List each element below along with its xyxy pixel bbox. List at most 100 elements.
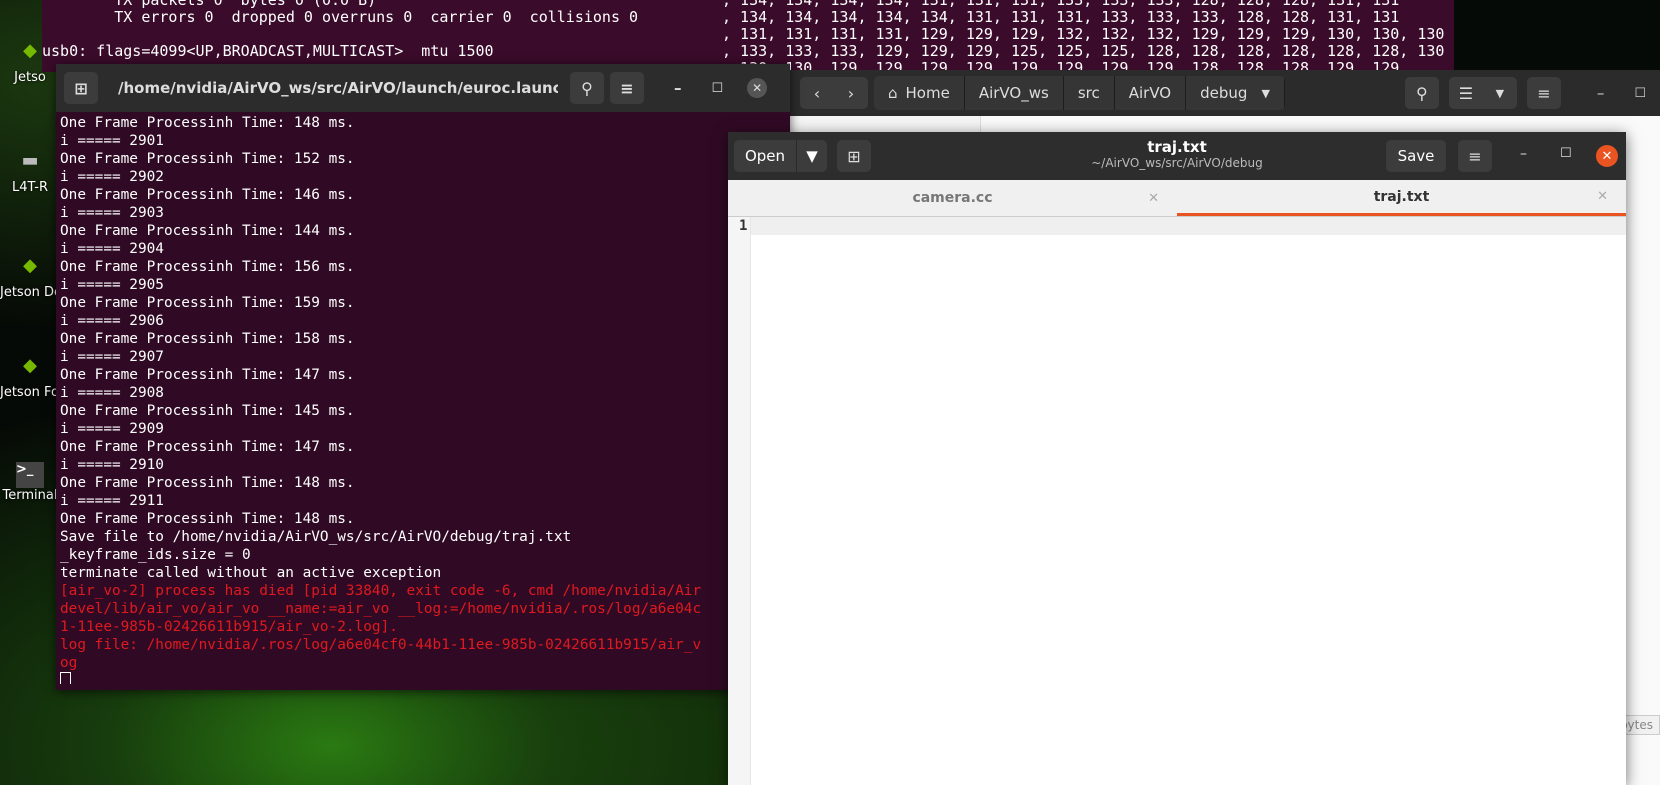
- breadcrumb-airvo-ws[interactable]: AirVO_ws: [964, 76, 1064, 110]
- terminal-icon: >_: [16, 462, 44, 488]
- open-button[interactable]: Open: [734, 140, 796, 172]
- terminal-line: Save file to /home/nvidia/AirVO_ws/src/A…: [60, 529, 572, 545]
- file-manager-headerbar: ‹ › ⌂ Home AirVO_ws src AirVO debug ▼ ⚲ ☰ …: [790, 70, 1660, 116]
- editor-text-area[interactable]: 1: [728, 217, 1626, 785]
- current-line-highlight: [728, 217, 1626, 235]
- terminal-line: i ===== 2904: [60, 241, 164, 257]
- terminal-output[interactable]: One Frame Processinh Time: 148 ms. i ====…: [56, 112, 790, 684]
- search-button[interactable]: ⚲: [1404, 77, 1439, 109]
- open-button-group: Open ▼: [734, 140, 827, 172]
- background-terminal[interactable]: TX packets 0 bytes 0 (0.0 B) TX errors 0…: [42, 0, 1454, 72]
- text-editor-window[interactable]: Open ▼ ⊞ traj.txt ~/AirVO_ws/src/AirVO/d…: [728, 132, 1626, 785]
- terminal-line: i ===== 2906: [60, 313, 164, 329]
- background-terminal-output: TX packets 0 bytes 0 (0.0 B) TX errors 0…: [42, 0, 639, 60]
- terminal-line: i ===== 2902: [60, 169, 164, 185]
- maximize-icon[interactable]: ☐: [712, 81, 724, 96]
- desktop-icon-label: L4T-R: [12, 180, 48, 195]
- terminal-line: i ===== 2905: [60, 277, 164, 293]
- list-icon: ☰: [1458, 83, 1474, 103]
- terminal-line: i ===== 2908: [60, 385, 164, 401]
- terminal-line: i ===== 2910: [60, 457, 164, 473]
- tab-camera-cc[interactable]: camera.cc ✕: [728, 180, 1177, 216]
- terminal-line: One Frame Processinh Time: 158 ms.: [60, 331, 355, 347]
- minimize-icon[interactable]: –: [1597, 84, 1605, 102]
- save-button[interactable]: Save: [1386, 140, 1446, 172]
- terminal-error-line: log file: /home/nvidia/.ros/log/a6e04cf0…: [60, 637, 702, 653]
- editor-menu-button[interactable]: ≡: [1458, 140, 1492, 172]
- folder-icon: ▬: [21, 150, 39, 171]
- terminal-menu-button[interactable]: ≡: [610, 72, 644, 104]
- close-icon[interactable]: ✕: [747, 78, 768, 98]
- terminal-window[interactable]: ⊞ /home/nvidia/AirVO_ws/src/AirVO/launch…: [56, 64, 790, 690]
- breadcrumb-airvo[interactable]: AirVO: [1114, 76, 1187, 110]
- terminal-line: One Frame Processinh Time: 148 ms.: [60, 475, 355, 491]
- new-document-button[interactable]: ⊞: [837, 140, 871, 172]
- chevron-down-icon: ▼: [806, 147, 818, 165]
- editor-tabs: camera.cc ✕ traj.txt ✕: [728, 180, 1626, 217]
- terminal-title: /home/nvidia/AirVO_ws/src/AirVO/launch/e…: [118, 79, 558, 97]
- new-tab-icon: ⊞: [847, 146, 861, 166]
- close-tab-icon[interactable]: ✕: [1597, 189, 1608, 204]
- close-tab-icon[interactable]: ✕: [1148, 191, 1159, 206]
- desktop-icon-label: Terminal: [2, 488, 58, 503]
- breadcrumb-home[interactable]: ⌂ Home: [874, 76, 965, 110]
- breadcrumb: ⌂ Home AirVO_ws src AirVO debug ▼: [874, 76, 1285, 110]
- desktop-icon-jetson-developer[interactable]: ◆ Jetson Developer: [0, 255, 60, 300]
- new-tab-button[interactable]: ⊞: [64, 72, 98, 104]
- terminal-error-line: devel/lib/air_vo/air_vo __name:=air_vo _…: [60, 601, 702, 617]
- back-button[interactable]: ‹: [800, 77, 834, 109]
- desktop-icon-label: Jetso: [14, 70, 46, 85]
- view-list-button[interactable]: ☰: [1448, 77, 1483, 109]
- terminal-line: One Frame Processinh Time: 145 ms.: [60, 403, 355, 419]
- hamburger-icon: ≡: [1537, 83, 1551, 103]
- terminal-line: One Frame Processinh Time: 152 ms.: [60, 151, 355, 167]
- open-dropdown-button[interactable]: ▼: [796, 140, 827, 172]
- minimize-icon[interactable]: –: [1520, 146, 1527, 162]
- view-options-button[interactable]: ▼: [1482, 77, 1517, 109]
- desktop-icon-jetson-forums[interactable]: ◆ Jetson Forums: [0, 355, 60, 400]
- close-icon[interactable]: ✕: [1596, 145, 1618, 167]
- chevron-down-icon: ▼: [1495, 86, 1505, 100]
- terminal-line: i ===== 2903: [60, 205, 164, 221]
- desktop-icon-label: Jetson Forums: [0, 385, 60, 400]
- tab-label: camera.cc: [912, 190, 993, 206]
- terminal-line: One Frame Processinh Time: 148 ms.: [60, 511, 355, 527]
- terminal-line: i ===== 2901: [60, 133, 164, 149]
- home-icon: ⌂: [888, 84, 898, 102]
- menu-button[interactable]: ≡: [1526, 77, 1561, 109]
- terminal-line: i ===== 2907: [60, 349, 164, 365]
- terminal-line: One Frame Processinh Time: 146 ms.: [60, 187, 355, 203]
- breadcrumb-debug[interactable]: debug ▼: [1186, 76, 1285, 110]
- desktop-icon-l4t[interactable]: ▬ L4T-R: [0, 150, 60, 195]
- terminal-error-line: [air_vo-2] process has died [pid 33840, …: [60, 583, 702, 599]
- minimize-icon[interactable]: –: [674, 79, 682, 97]
- terminal-line: One Frame Processinh Time: 156 ms.: [60, 259, 355, 275]
- terminal-headerbar: ⊞ /home/nvidia/AirVO_ws/src/AirVO/launch…: [56, 64, 790, 112]
- terminal-prompt-line[interactable]: [60, 672, 790, 684]
- terminal-line: One Frame Processinh Time: 159 ms.: [60, 295, 355, 311]
- terminal-line: One Frame Processinh Time: 147 ms.: [60, 367, 355, 383]
- desktop-icon-terminal[interactable]: >_ Terminal: [0, 462, 60, 503]
- line-number-gutter: [728, 217, 751, 785]
- search-icon: ⚲: [1416, 83, 1428, 103]
- search-icon: ⚲: [581, 78, 593, 98]
- nvidia-icon: ◆: [23, 355, 37, 376]
- terminal-cursor: [60, 672, 71, 684]
- terminal-search-button[interactable]: ⚲: [570, 72, 604, 104]
- maximize-icon[interactable]: ☐: [1560, 146, 1572, 161]
- tab-traj-txt[interactable]: traj.txt ✕: [1177, 180, 1626, 216]
- editor-headerbar: Open ▼ ⊞ traj.txt ~/AirVO_ws/src/AirVO/d…: [728, 132, 1626, 180]
- terminal-line: _keyframe_ids.size = 0: [60, 547, 251, 563]
- terminal-error-line: og: [60, 655, 78, 671]
- hamburger-icon: ≡: [1468, 146, 1482, 166]
- forward-button[interactable]: ›: [834, 77, 868, 109]
- terminal-line: One Frame Processinh Time: 147 ms.: [60, 439, 355, 455]
- terminal-line: One Frame Processinh Time: 148 ms.: [60, 115, 355, 131]
- breadcrumb-src[interactable]: src: [1063, 76, 1115, 110]
- desktop-icon-label: Jetson Developer: [0, 285, 60, 300]
- line-number: 1: [739, 218, 748, 234]
- breadcrumb-label: Home: [905, 84, 950, 102]
- new-tab-icon: ⊞: [74, 78, 88, 98]
- maximize-icon[interactable]: ☐: [1634, 86, 1646, 101]
- terminal-error-line: 1-11ee-985b-02426611b915/air_vo-2.log].: [60, 619, 398, 635]
